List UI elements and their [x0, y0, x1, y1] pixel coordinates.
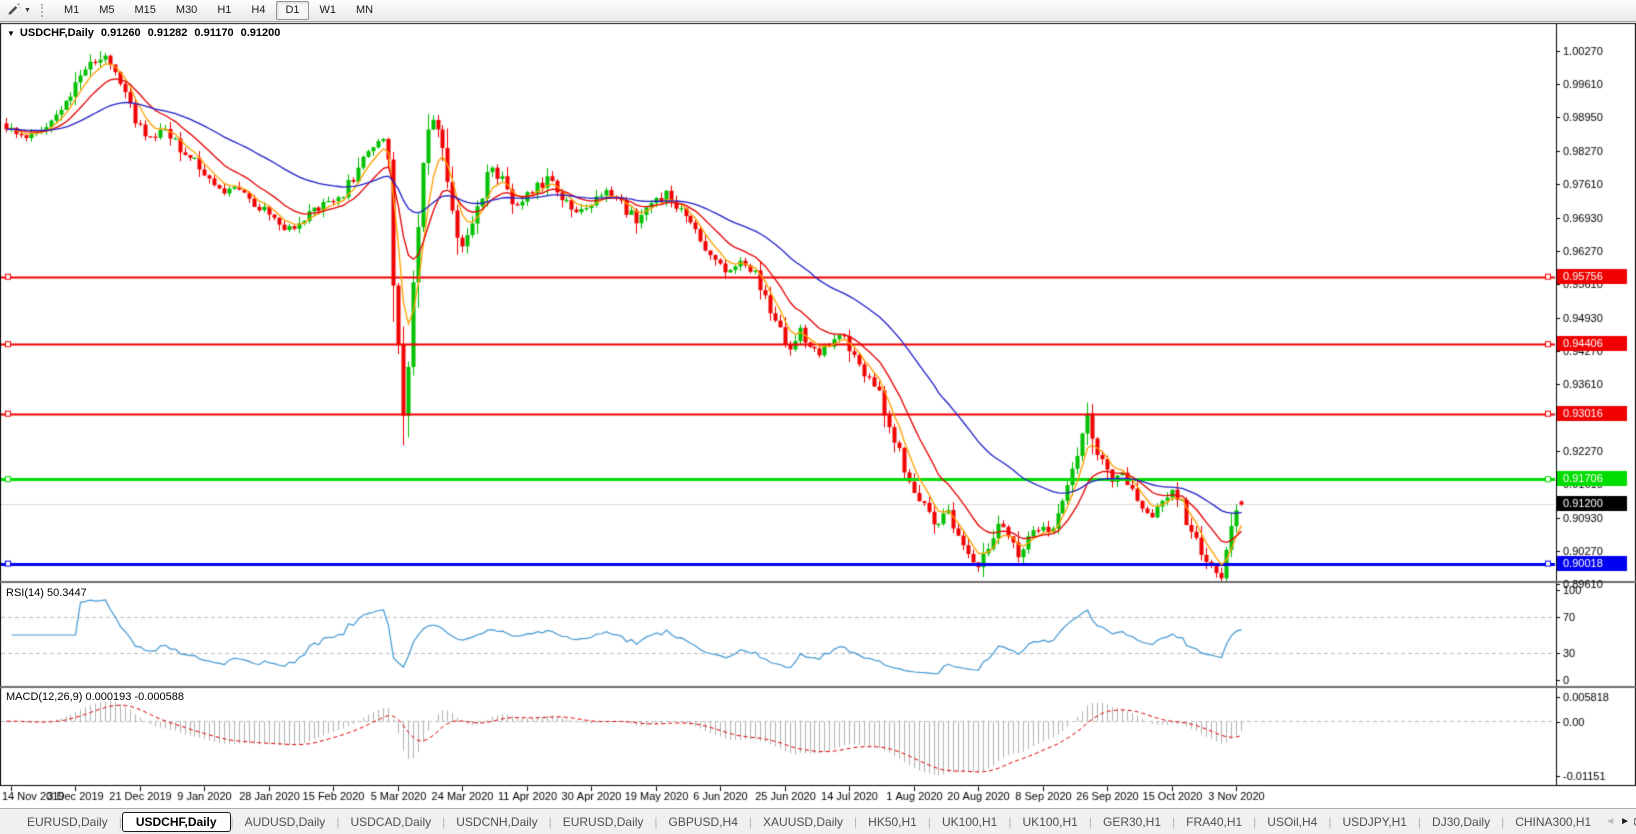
- timeframe-button-m30[interactable]: M30: [167, 1, 206, 20]
- tab-usoil-h4[interactable]: USOil,H4: [1256, 813, 1328, 831]
- tab-eurusd-daily[interactable]: EURUSD,Daily: [552, 813, 655, 831]
- tab-scroll-left-icon[interactable]: ◄: [1605, 816, 1615, 827]
- tab-xauusd-daily[interactable]: XAUUSD,Daily: [752, 813, 854, 831]
- timeframe-button-mn[interactable]: MN: [347, 1, 382, 20]
- pencil-tool-icon: [7, 2, 21, 20]
- timeframe-button-w1[interactable]: W1: [311, 1, 346, 20]
- tab-usdchf-daily[interactable]: USDCHF,Daily: [121, 811, 231, 832]
- toolbar: ▼ M1 M5 M15 M30 H1 H4 D1 W1 MN: [0, 0, 1636, 22]
- timeframe-button-m15[interactable]: M15: [126, 1, 165, 20]
- timeframe-button-m5[interactable]: M5: [90, 1, 123, 20]
- trading-platform-window: { "toolbar": { "timeframes": ["M1","M5",…: [0, 0, 1636, 834]
- ohlc-low: 0.91170: [194, 27, 234, 39]
- tab-uk100-h1[interactable]: UK100,H1: [931, 813, 1008, 831]
- tab-usdcnh-daily[interactable]: USDCNH,Daily: [445, 813, 548, 831]
- timeframe-button-group: M1 M5 M15 M30 H1 H4 D1 W1 MN: [54, 1, 383, 20]
- toolbar-grip-handle[interactable]: [40, 4, 46, 17]
- timeframe-button-h1[interactable]: H1: [208, 1, 240, 20]
- timeframe-button-m1[interactable]: M1: [55, 1, 88, 20]
- tab-fra40-h1[interactable]: FRA40,H1: [1175, 813, 1253, 831]
- tab-eurusd-daily[interactable]: EURUSD,Daily: [16, 813, 119, 831]
- tab-scroll-right-icon[interactable]: ►: [1620, 816, 1630, 827]
- tab-audusd-daily[interactable]: AUDUSD,Daily: [234, 813, 337, 831]
- tab-usdcad-daily[interactable]: USDCAD,Daily: [339, 813, 442, 831]
- ohlc-close: 0.91200: [240, 27, 281, 39]
- macd-indicator-label: MACD(12,26,9) 0.000193 -0.000588: [6, 691, 184, 703]
- tab-navigation: ◄ ►: [1601, 809, 1634, 834]
- instrument-tab-bar: EURUSD,Daily | USDCHF,Daily | AUDUSD,Daily | U…: [0, 808, 1636, 834]
- chart-canvas[interactable]: [0, 0, 1636, 834]
- tab-usdjpy-h1[interactable]: USDJPY,H1: [1331, 813, 1417, 831]
- instrument-tabs: EURUSD,Daily | USDCHF,Daily | AUDUSD,Daily | U…: [16, 811, 1636, 832]
- tab-uk100-h1[interactable]: UK100,H1: [1011, 813, 1088, 831]
- dropdown-caret-icon[interactable]: ▼: [24, 7, 31, 14]
- ohlc-open: 0.91260: [100, 27, 141, 39]
- timeframe-button-d1[interactable]: D1: [276, 1, 309, 20]
- tab-hk50-h1[interactable]: HK50,H1: [857, 813, 928, 831]
- tab-ger30-h1[interactable]: GER30,H1: [1092, 813, 1172, 831]
- chart-title: ▼ USDCHF,Daily 0.91260 0.91282 0.91170 0.9120…: [7, 27, 280, 39]
- ohlc-high: 0.91282: [147, 27, 188, 39]
- timeframe-button-h4[interactable]: H4: [242, 1, 274, 20]
- chart-symbol-label: USDCHF,Daily: [19, 27, 94, 39]
- tab-gbpusd-h4[interactable]: GBPUSD,H4: [658, 813, 749, 831]
- tab-dj30-daily[interactable]: DJ30,Daily: [1421, 813, 1501, 831]
- tab-china300-h1[interactable]: CHINA300,H1: [1504, 813, 1602, 831]
- drawing-tool-button[interactable]: ▼: [4, 1, 34, 21]
- rsi-indicator-label: RSI(14) 50.3447: [6, 587, 87, 599]
- chart-menu-caret-icon[interactable]: ▼: [7, 29, 15, 38]
